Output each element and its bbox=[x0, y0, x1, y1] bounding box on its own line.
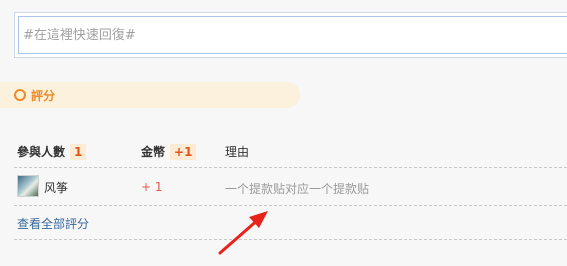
red-arrow-annotation bbox=[218, 211, 268, 255]
